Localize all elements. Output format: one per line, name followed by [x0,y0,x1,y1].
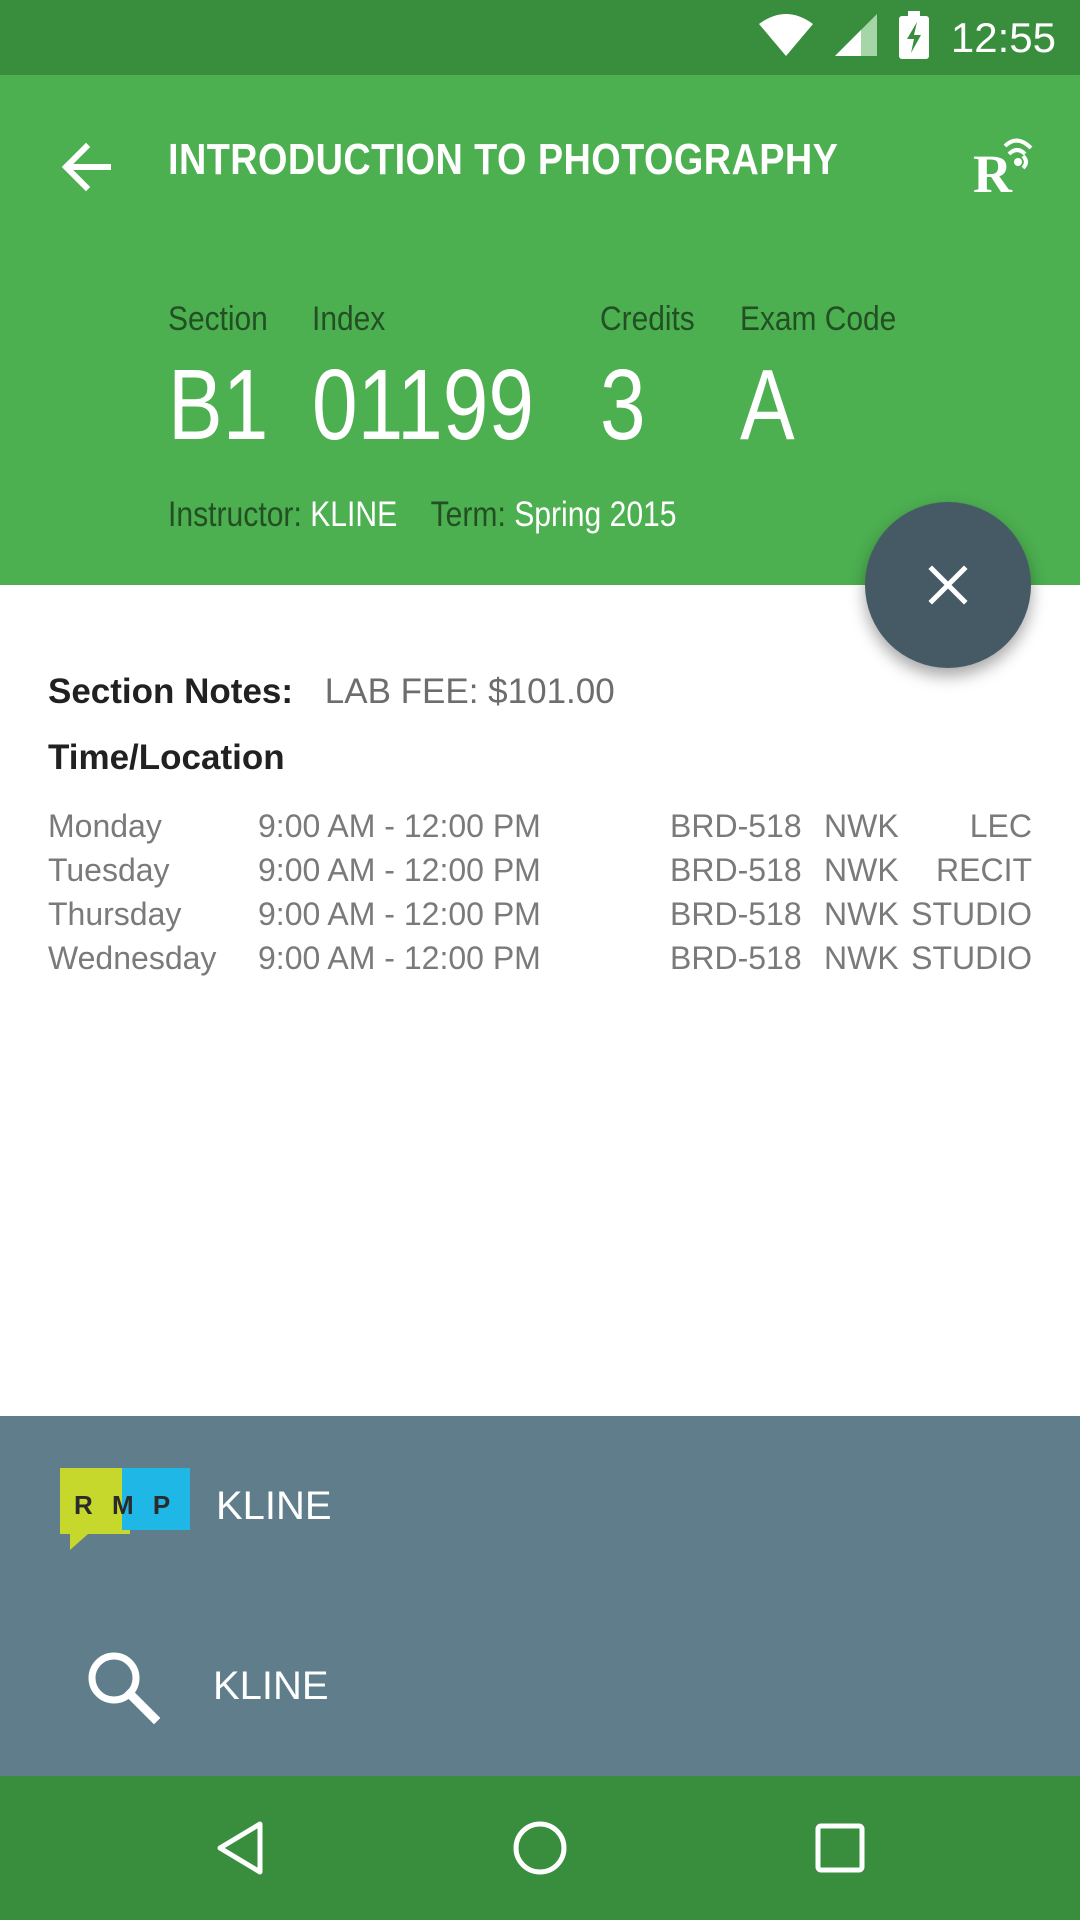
schedule-day: Wednesday [48,940,217,976]
battery-icon [898,11,929,64]
schedule-row: Wednesday 9:00 AM - 12:00 PM BRD-518 NWK… [48,940,1032,984]
schedule-type: STUDIO [911,896,1032,932]
back-button[interactable] [46,127,126,207]
exam-code-value: A [740,349,795,461]
index-field: Index 01199 [312,300,583,455]
schedule-list: Monday 9:00 AM - 12:00 PM BRD-518 NWK LE… [48,808,1032,984]
schedule-day: Thursday [48,896,182,932]
schedule-room: BRD-518 [670,940,802,976]
schedule-type: RECIT [936,852,1032,888]
rmp-instructor-label: KLINE [216,1483,332,1528]
status-icons: 12:55 [758,0,1056,75]
schedule-room: BRD-518 [670,896,802,932]
instructor-label: Instructor: [168,495,302,534]
schedule-room: BRD-518 [670,808,802,844]
schedule-time: 9:00 AM - 12:00 PM [258,896,541,932]
term-label: Term: [430,495,506,534]
time-location-title: Time/Location [48,738,285,777]
system-nav-bar [0,1776,1080,1920]
arrow-left-icon [61,142,111,192]
nav-home-button[interactable] [470,1776,610,1920]
svg-text:R M P: R M P [74,1490,176,1520]
close-icon [928,565,968,605]
schedule-row: Tuesday 9:00 AM - 12:00 PM BRD-518 NWK R… [48,852,1032,896]
schedule-time: 9:00 AM - 12:00 PM [258,940,541,976]
triangle-back-icon [217,1821,263,1875]
schedule-room: BRD-518 [670,852,802,888]
rmp-logo: R M P [60,1468,190,1550]
wifi-icon [758,14,813,61]
search-icon [88,1652,160,1724]
exam-code-field: Exam Code A [740,300,918,455]
schedule-time: 9:00 AM - 12:00 PM [258,852,541,888]
rutgers-radio-icon: R [973,138,1033,198]
schedule-campus: NWK [824,896,899,932]
circle-home-icon [513,1821,567,1875]
nav-recents-button[interactable] [770,1776,910,1920]
section-field: Section B1 [168,300,290,455]
schedule-type: STUDIO [911,940,1032,976]
course-meta: Instructor: KLINE Term: Spring 2015 [168,495,677,535]
close-fab-button[interactable] [865,502,1031,668]
app-logo-button[interactable]: R [964,125,1044,205]
schedule-day: Tuesday [48,852,170,888]
schedule-time: 9:00 AM - 12:00 PM [258,808,541,844]
nav-back-button[interactable] [170,1776,310,1920]
index-label: Index [312,300,386,338]
square-recents-icon [815,1823,865,1873]
instructor-actions-panel: R M P KLINE KLINE [0,1416,1080,1776]
schedule-campus: NWK [824,852,899,888]
status-bar: 12:55 [0,0,1080,75]
term-value: Spring 2015 [514,495,677,534]
schedule-row: Monday 9:00 AM - 12:00 PM BRD-518 NWK LE… [48,808,1032,852]
search-instructor-label: KLINE [213,1663,329,1708]
cell-signal-icon [834,14,877,61]
schedule-row: Thursday 9:00 AM - 12:00 PM BRD-518 NWK … [48,896,1032,940]
index-value: 01199 [312,349,534,461]
section-notes-value: LAB FEE: $101.00 [324,672,615,711]
status-clock: 12:55 [950,13,1056,61]
instructor-value: KLINE [310,495,398,534]
search-instructor-item[interactable]: KLINE [0,1596,1080,1776]
page-title: INTRODUCTION TO PHOTOGRAPHY [168,135,839,184]
svg-text:R: R [973,144,1013,198]
section-label: Section [168,300,268,338]
credits-label: Credits [600,300,695,338]
schedule-day: Monday [48,808,162,844]
schedule-campus: NWK [824,808,899,844]
section-notes-label: Section Notes: [48,672,294,711]
rmp-instructor-item[interactable]: R M P KLINE [0,1416,1080,1596]
credits-value: 3 [600,349,646,461]
credits-field: Credits 3 [600,300,708,455]
schedule-type: LEC [969,808,1032,844]
section-notes: Section Notes: LAB FEE: $101.00 [48,672,615,712]
exam-code-label: Exam Code [740,300,897,338]
section-value: B1 [168,349,269,461]
schedule-campus: NWK [824,940,899,976]
